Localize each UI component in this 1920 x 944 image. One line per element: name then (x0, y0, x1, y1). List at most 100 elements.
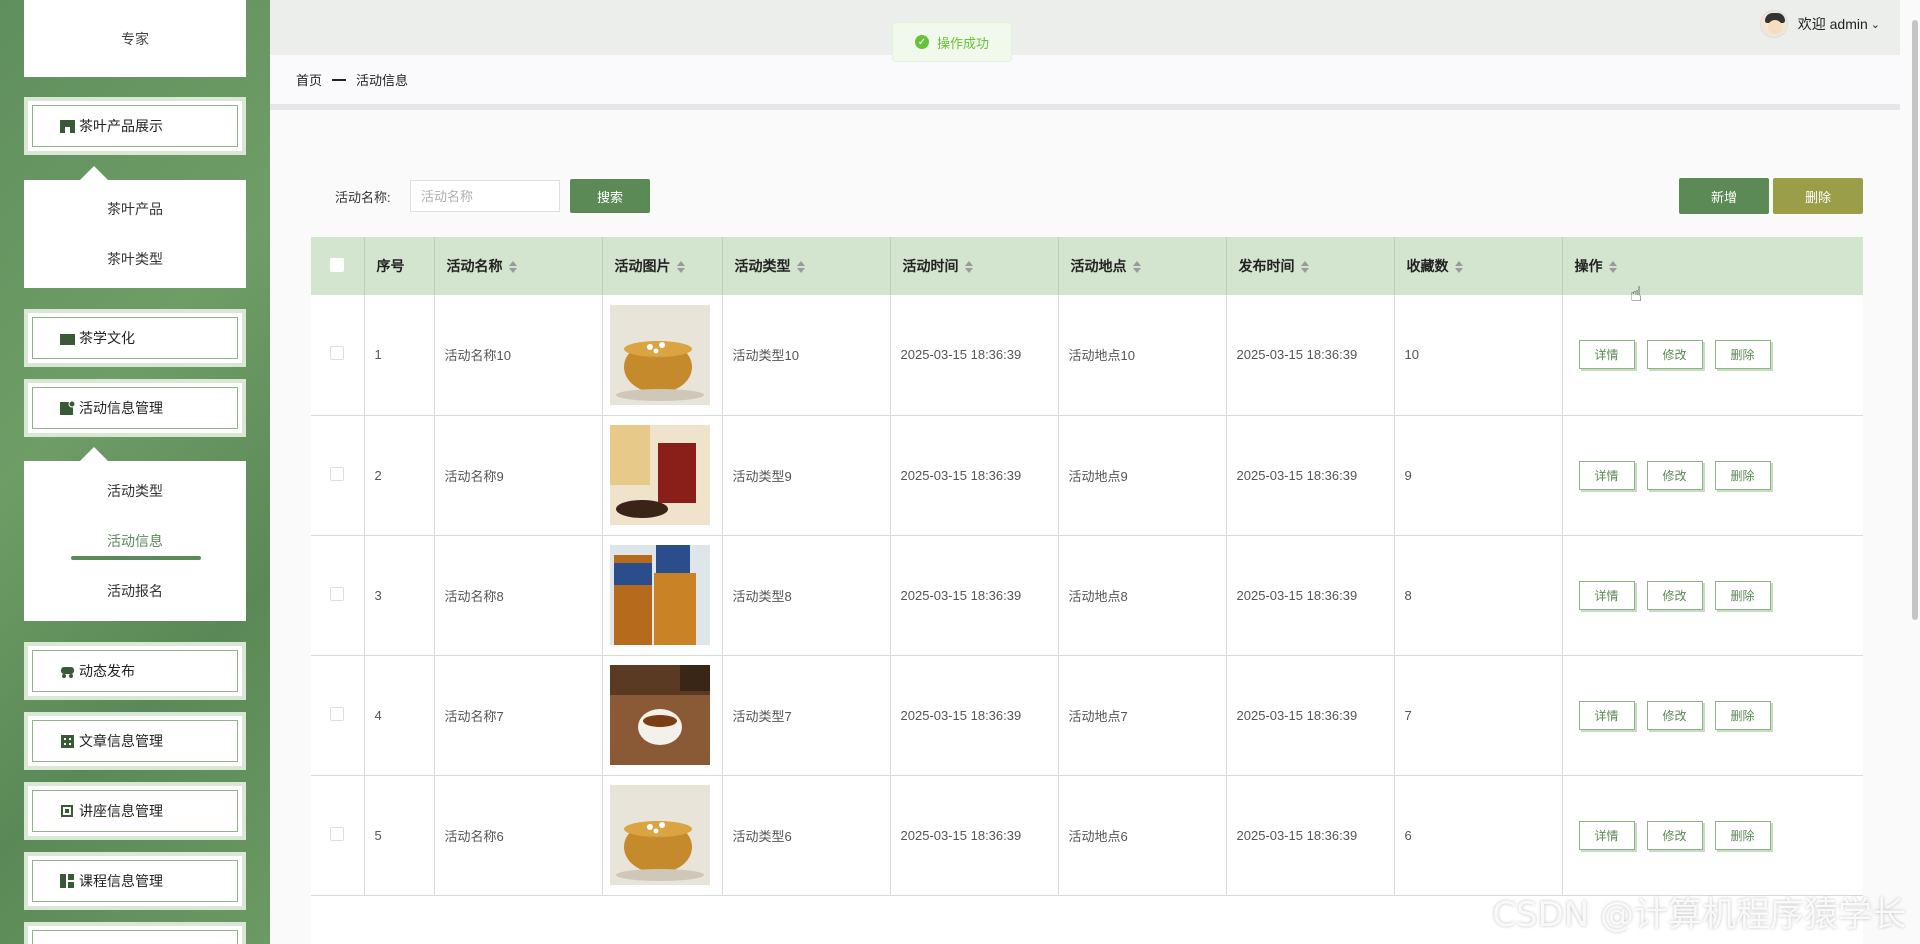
sidebar: 专家 茶叶产品展示 茶叶产品 茶叶类型 茶学文化 活动信息管理 活动类型 活动信… (0, 0, 270, 944)
cell-image (602, 415, 723, 536)
edit-button[interactable]: 修改 (1646, 460, 1703, 490)
row-checkbox[interactable] (330, 826, 345, 841)
sidebar-item-tea-type[interactable]: 茶叶类型 (24, 234, 246, 284)
col-header[interactable]: 收藏数 (1394, 237, 1563, 295)
sort-icon[interactable] (796, 261, 805, 274)
col-header[interactable]: 活动图片 (602, 237, 723, 295)
breadcrumb-current: 活动信息 (356, 73, 409, 88)
menu-more[interactable] (24, 922, 246, 944)
edit-button[interactable]: 修改 (1646, 580, 1703, 610)
cell-no: 3 (364, 535, 435, 656)
row-checkbox[interactable] (330, 346, 345, 361)
sort-icon[interactable] (1454, 261, 1463, 274)
row-checkbox[interactable] (330, 586, 345, 601)
edit-button[interactable]: 修改 (1646, 820, 1703, 850)
menu-label: 动态发布 (79, 663, 135, 679)
layout-icon (59, 874, 75, 888)
submenu-activity: 活动类型 活动信息 活动报名 (24, 447, 246, 621)
cell-pub-time: 2025-03-15 18:36:39 (1226, 415, 1395, 536)
cell-type: 活动类型6 (722, 775, 891, 896)
cell-type: 活动类型7 (722, 655, 891, 776)
row-checkbox[interactable] (330, 466, 345, 481)
sidebar-item-activity-info[interactable]: 活动信息 (24, 516, 246, 566)
col-header[interactable]: 活动时间 (890, 237, 1059, 295)
user-menu[interactable]: 欢迎 admin ⌄ (1759, 10, 1880, 38)
cell-ops: 详情 修改 删除 (1562, 655, 1863, 776)
cell-ops: 详情 修改 删除 (1562, 295, 1863, 416)
col-header[interactable]: 发布时间 (1226, 237, 1395, 295)
cell-fav: 10 (1394, 295, 1563, 416)
sort-icon[interactable] (676, 261, 685, 274)
cell-no: 5 (364, 775, 435, 896)
sort-icon[interactable] (508, 261, 517, 274)
sidebar-item-activity-signup[interactable]: 活动报名 (24, 566, 246, 616)
cell-pub-time: 2025-03-15 18:36:39 (1226, 295, 1395, 416)
table-row[interactable]: 3 活动名称8 活动类型8 2025-03-15 18:36:39 活动地点8 2025-… (311, 535, 1863, 656)
cell-image (602, 295, 723, 416)
menu-lecture-management[interactable]: 讲座信息管理 (24, 782, 246, 840)
table-row[interactable]: 2 活动名称9 活动类型9 2025-03-15 18:36:39 活动地点9 2025-… (311, 415, 1863, 536)
menu-activity-management[interactable]: 活动信息管理 (24, 379, 246, 437)
detail-button[interactable]: 详情 (1578, 340, 1635, 370)
add-button[interactable]: 新增 (1679, 178, 1769, 214)
delete-button[interactable]: 删除 (1714, 820, 1771, 850)
cell-fav: 8 (1394, 535, 1563, 656)
scrollbar[interactable] (1912, 20, 1918, 910)
table-row[interactable]: 1 活动名称10 活动类型10 2025-03-15 18:36:39 活动地点10 20… (311, 295, 1863, 416)
sort-icon[interactable] (1608, 261, 1617, 274)
cell-name: 活动名称9 (434, 415, 603, 536)
cell-fav: 6 (1394, 775, 1563, 896)
table-row[interactable]: 5 活动名称6 活动类型6 2025-03-15 18:36:39 活动地点6 2025-… (311, 775, 1863, 896)
col-header: 序号 (364, 237, 435, 295)
delete-button[interactable]: 删除 (1714, 580, 1771, 610)
sort-icon[interactable] (964, 261, 973, 274)
sidebar-item-activity-type[interactable]: 活动类型 (24, 466, 246, 516)
book-icon (59, 331, 75, 345)
detail-button[interactable]: 详情 (1578, 460, 1635, 490)
delete-button[interactable]: 删除 (1714, 340, 1771, 370)
col-header[interactable]: 活动类型 (722, 237, 891, 295)
edit-button[interactable]: 修改 (1646, 700, 1703, 730)
col-header[interactable]: 活动名称 (434, 237, 603, 295)
search-label: 活动名称: (335, 190, 391, 205)
car-icon (59, 664, 75, 678)
menu-course-management[interactable]: 课程信息管理 (24, 852, 246, 910)
search-button[interactable]: 搜索 (570, 179, 650, 213)
sort-icon[interactable] (1132, 261, 1141, 274)
detail-button[interactable]: 详情 (1578, 700, 1635, 730)
sidebar-item-tea-product[interactable]: 茶叶产品 (24, 184, 246, 234)
activity-image (609, 665, 710, 765)
menu-tea-products[interactable]: 茶叶产品展示 (24, 97, 246, 155)
detail-button[interactable]: 详情 (1578, 580, 1635, 610)
col-header[interactable]: 活动地点 (1058, 237, 1227, 295)
row-select-cell (311, 775, 365, 896)
delete-button[interactable]: 删除 (1714, 460, 1771, 490)
chevron-down-icon: ⌄ (1870, 18, 1880, 31)
cell-no: 1 (364, 295, 435, 416)
menu-tea-culture[interactable]: 茶学文化 (24, 309, 246, 367)
detail-button[interactable]: 详情 (1578, 820, 1635, 850)
watermark: CSDN @计算机程序猿学长 (1492, 895, 1906, 935)
row-select-cell (311, 655, 365, 776)
submenu-tea: 茶叶产品 茶叶类型 (24, 166, 246, 288)
menu-news-publish[interactable]: 动态发布 (24, 642, 246, 700)
col-header[interactable]: 操作 (1562, 237, 1863, 295)
avatar (1759, 10, 1788, 38)
select-all-checkbox[interactable] (330, 257, 345, 272)
cell-ops: 详情 修改 删除 (1562, 775, 1863, 896)
cell-type: 活动类型10 (722, 295, 891, 416)
menu-label: 文章信息管理 (79, 733, 163, 749)
menu-article-management[interactable]: 文章信息管理 (24, 712, 246, 770)
edit-button[interactable]: 修改 (1646, 340, 1703, 370)
row-checkbox[interactable] (330, 706, 345, 721)
cell-time: 2025-03-15 18:36:39 (890, 415, 1059, 536)
table-row[interactable]: 4 活动名称7 活动类型7 2025-03-15 18:36:39 活动地点7 2025-… (311, 655, 1863, 776)
menu-label: 课程信息管理 (79, 873, 163, 889)
sidebar-item-expert[interactable]: 专家 (24, 0, 246, 77)
batch-delete-button[interactable]: 删除 (1773, 178, 1863, 214)
search-input[interactable] (410, 180, 560, 212)
sort-icon[interactable] (1300, 261, 1309, 274)
delete-button[interactable]: 删除 (1714, 700, 1771, 730)
breadcrumb-home[interactable]: 首页 (296, 70, 322, 89)
cell-pub-time: 2025-03-15 18:36:39 (1226, 775, 1395, 896)
